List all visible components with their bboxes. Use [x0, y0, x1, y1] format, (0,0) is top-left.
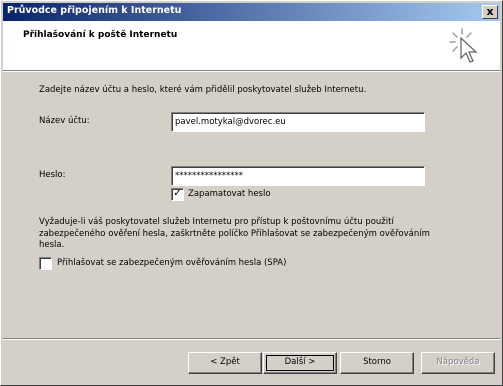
checkmark-icon: ✓: [173, 188, 182, 199]
password-input[interactable]: [171, 166, 425, 186]
spa-info-text: Vyžaduje-li váš poskytovatel služeb Inte…: [39, 217, 430, 250]
next-button[interactable]: Další >: [263, 352, 337, 374]
spa-label[interactable]: Přihlašovat se zabezpečeným ověřováním h…: [57, 258, 286, 268]
wizard-window: Průvodce připojením k Internetu x Přihla…: [0, 0, 503, 386]
close-icon: x: [486, 5, 494, 18]
back-button[interactable]: < Zpět: [188, 352, 262, 374]
footer-divider: [3, 338, 500, 340]
cancel-button[interactable]: Storno: [340, 352, 414, 374]
next-button-label: Další >: [284, 357, 316, 367]
wizard-header: Přihlašování k poště Internetu: [3, 21, 500, 70]
remember-password-label[interactable]: Zapamatovat heslo: [188, 189, 271, 199]
intro-text: Zadejte název účtu a heslo, které vám př…: [39, 85, 367, 95]
window-title: Průvodce připojením k Internetu: [7, 5, 182, 16]
sparkle-cursor-icon: [449, 28, 478, 63]
help-button[interactable]: Nápověda: [421, 352, 495, 374]
account-name-input[interactable]: [171, 112, 425, 132]
help-button-label: Nápověda: [436, 357, 480, 367]
password-label: Heslo:: [39, 170, 66, 180]
title-bar[interactable]: Průvodce připojením k Internetu x: [3, 3, 500, 21]
close-button[interactable]: x: [482, 5, 498, 19]
back-button-label: < Zpět: [210, 357, 240, 367]
page-title: Přihlašování k poště Internetu: [23, 30, 178, 40]
header-divider: [3, 70, 500, 72]
account-label: Název účtu:: [39, 116, 90, 126]
spa-checkbox[interactable]: [39, 257, 52, 270]
cancel-button-label: Storno: [363, 357, 391, 367]
remember-password-checkbox[interactable]: ✓: [171, 188, 184, 201]
